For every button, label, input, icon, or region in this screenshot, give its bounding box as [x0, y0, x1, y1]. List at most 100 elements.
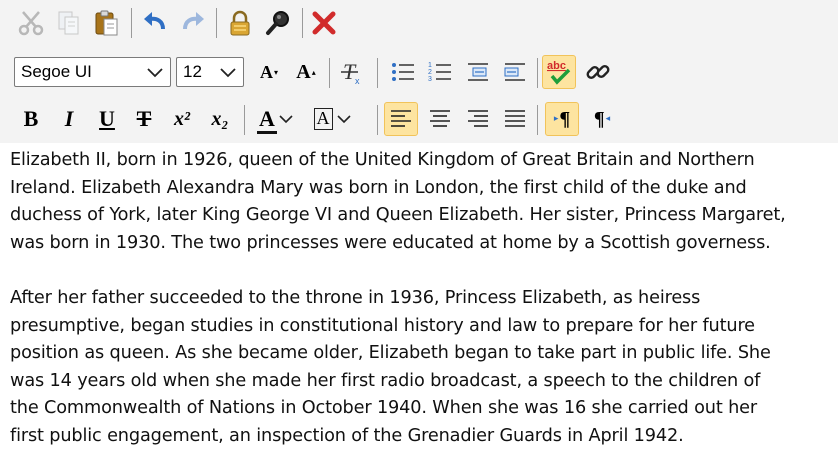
italic-button[interactable]: I	[52, 102, 86, 136]
decrease-indent-button[interactable]	[461, 55, 495, 89]
grow-font-icon: A	[296, 61, 311, 83]
font-size-value: 12	[183, 62, 202, 81]
lock-icon	[230, 10, 250, 36]
magnifier-icon	[266, 11, 289, 35]
indent-icon	[504, 63, 525, 81]
rtl-direction-button[interactable]: ¶ ◂	[585, 102, 619, 136]
justify-button[interactable]	[498, 102, 532, 136]
strikethrough-button[interactable]: T	[127, 102, 161, 136]
undo-button[interactable]	[138, 6, 172, 40]
clipboard-icon	[95, 10, 118, 36]
outdent-icon	[468, 63, 488, 81]
chevron-down-icon	[279, 115, 293, 124]
numbered-list-icon: 1 2 3	[428, 62, 451, 83]
pilcrow-rtl-icon: ¶	[593, 108, 605, 130]
scissors-icon	[18, 11, 44, 36]
font-color-icon: A	[259, 106, 275, 131]
text-line: was born in 1930. The two princesses wer…	[10, 232, 771, 253]
paragraph: After her father succeeded to the throne…	[10, 285, 836, 451]
text-line: duchess of York, later King George VI an…	[10, 205, 786, 226]
separator	[244, 105, 245, 135]
grow-font-button[interactable]: A ▴	[289, 55, 323, 89]
undo-icon	[144, 12, 165, 30]
clear-format-icon: T x	[341, 59, 360, 86]
text-line: presumptive, began studies in constituti…	[10, 315, 755, 336]
bold-button[interactable]: B	[14, 102, 48, 136]
svg-text:2: 2	[428, 69, 432, 76]
text-line: was 14 years old when she made her first…	[10, 370, 761, 391]
subscript-label: x₂	[211, 108, 229, 130]
clear-format-button[interactable]: T x	[335, 55, 369, 89]
superscript-label: x²	[174, 108, 190, 130]
toolbar-row-2: Segoe UI 12 A ▾ A ▴ T x 1 2 3 abc	[0, 55, 838, 91]
toolbar-row-3: B I U T x² x₂ A A ▸ ¶ ¶ ◂	[0, 102, 838, 138]
hyperlink-button[interactable]	[581, 55, 615, 89]
shrink-font-button[interactable]: A ▾	[252, 55, 286, 89]
align-left-button[interactable]	[384, 102, 418, 136]
font-color-button[interactable]: A	[252, 102, 300, 136]
align-center-button[interactable]	[423, 102, 457, 136]
subscript-button[interactable]: x₂	[203, 102, 237, 136]
underline-button[interactable]: U	[90, 102, 124, 136]
text-line: the Commonwealth of Nations in October 1…	[10, 398, 757, 419]
redo-button[interactable]	[176, 6, 210, 40]
redo-icon	[183, 12, 204, 30]
toolbar: Segoe UI 12 A ▾ A ▴ T x 1 2 3 abc B I U …	[0, 0, 838, 143]
text-line: After her father succeeded to the throne…	[10, 288, 701, 308]
find-button[interactable]	[261, 6, 295, 40]
separator	[302, 8, 303, 38]
delete-button[interactable]	[307, 6, 341, 40]
numbered-list-button[interactable]: 1 2 3	[423, 55, 457, 89]
separator	[216, 8, 217, 38]
font-family-value: Segoe UI	[21, 62, 92, 81]
increase-indent-button[interactable]	[498, 55, 532, 89]
spellcheck-icon: abc	[547, 60, 571, 85]
ltr-direction-button[interactable]: ▸ ¶	[545, 102, 579, 136]
separator	[131, 8, 132, 38]
bullet-list-button[interactable]	[386, 55, 420, 89]
strikethrough-label: T	[136, 106, 152, 131]
toolbar-row-1	[0, 6, 838, 42]
highlight-color-icon: A	[316, 108, 330, 128]
paragraph: Elizabeth II, born in 1926, queen of the…	[10, 147, 836, 257]
svg-text:1: 1	[428, 62, 432, 69]
separator	[537, 58, 538, 88]
copy-icon	[58, 11, 79, 35]
align-left-icon	[391, 110, 411, 127]
bullet-list-icon	[392, 63, 414, 81]
spellcheck-button[interactable]: abc	[542, 55, 576, 89]
document-editor[interactable]: Elizabeth II, born in 1926, queen of the…	[0, 143, 838, 462]
separator	[537, 105, 538, 135]
svg-text:3: 3	[428, 76, 432, 83]
chevron-down-icon	[147, 68, 163, 78]
align-right-button[interactable]	[461, 102, 495, 136]
text-line: first public engagement, an inspection o…	[10, 425, 684, 446]
separator	[377, 105, 378, 135]
chevron-down-icon	[336, 115, 351, 124]
svg-text:x: x	[355, 76, 360, 86]
bold-label: B	[23, 106, 39, 131]
cut-button[interactable]	[14, 6, 48, 40]
superscript-button[interactable]: x²	[165, 102, 199, 136]
shrink-font-icon: A	[259, 62, 273, 82]
align-center-icon	[430, 110, 450, 127]
italic-label: I	[64, 106, 74, 131]
protect-button[interactable]	[223, 6, 257, 40]
paste-button[interactable]	[90, 6, 124, 40]
highlight-color-button[interactable]: A	[308, 102, 356, 136]
align-right-icon	[468, 110, 488, 127]
link-icon	[586, 65, 610, 79]
pilcrow-ltr-icon: ¶	[559, 108, 571, 130]
spellcheck-label: abc	[547, 60, 566, 72]
text-line: position as queen. As she became older, …	[10, 343, 771, 364]
chevron-down-icon	[220, 68, 236, 78]
copy-button[interactable]	[52, 6, 86, 40]
font-size-select[interactable]: 12	[176, 57, 244, 87]
close-icon	[312, 11, 336, 35]
separator	[377, 58, 378, 88]
text-line: Elizabeth II, born in 1926, queen of the…	[10, 150, 755, 170]
font-family-select[interactable]: Segoe UI	[14, 57, 171, 87]
separator	[329, 58, 330, 88]
justify-icon	[505, 110, 525, 127]
text-line: Ireland. Elizabeth Alexandra Mary was bo…	[10, 177, 747, 198]
